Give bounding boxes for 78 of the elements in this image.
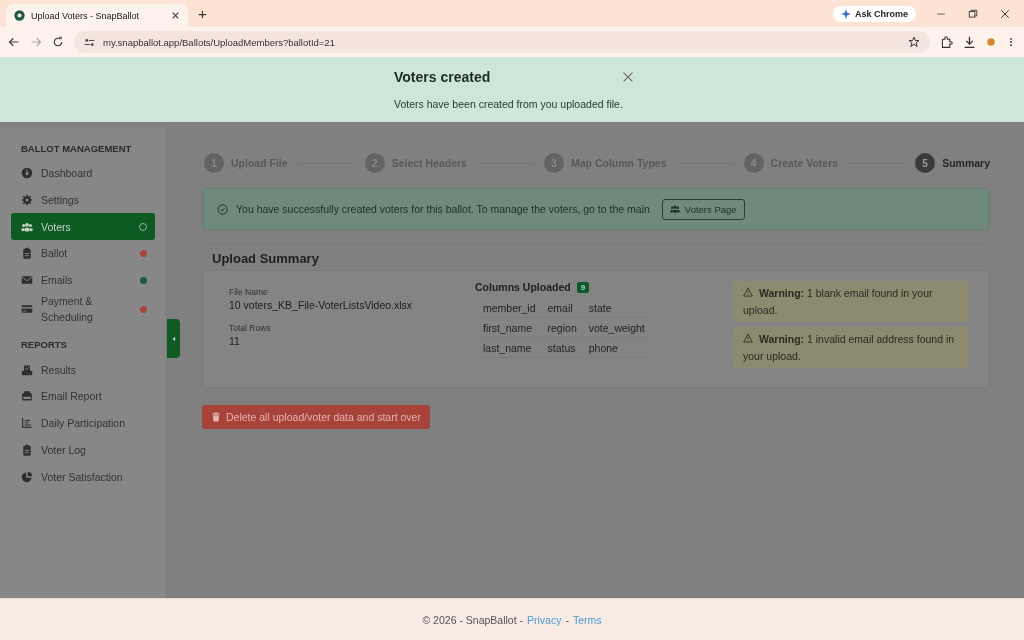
table-cell: region bbox=[541, 317, 583, 338]
section-heading: BALLOT MANAGEMENT bbox=[20, 142, 133, 156]
pie-chart-icon bbox=[21, 470, 33, 483]
tab-title: Upload Voters - SnapBallot bbox=[31, 10, 141, 21]
footer-link[interactable]: Terms bbox=[572, 613, 602, 626]
settings-icon bbox=[21, 194, 33, 207]
close-icon[interactable] bbox=[622, 71, 634, 83]
sidebar-item[interactable]: Email Report bbox=[11, 383, 155, 410]
delete-button[interactable]: Delete all upload/voter data and start over bbox=[202, 405, 430, 429]
site-settings-icon bbox=[84, 36, 95, 48]
close-icon[interactable] bbox=[1000, 8, 1010, 19]
site-icon bbox=[14, 10, 25, 21]
field-value: 11 bbox=[229, 335, 241, 347]
sidebar-item[interactable]: Ballot bbox=[11, 240, 155, 267]
star-icon[interactable] bbox=[908, 36, 920, 48]
address-bar[interactable]: my.snapballot.app/Ballots/UploadMembers?ballotId=21 bbox=[74, 31, 930, 53]
sidebar-item[interactable]: Daily Participation bbox=[11, 409, 155, 437]
back-icon[interactable] bbox=[8, 36, 20, 48]
footer-link[interactable]: Privacy bbox=[527, 613, 562, 626]
credit-card-icon bbox=[21, 303, 33, 316]
table-cell: status bbox=[541, 337, 583, 358]
table-cell: first_name bbox=[477, 317, 542, 338]
warning-icon bbox=[743, 333, 753, 343]
field-value: 10 voters_KB_File-VoterListsVideo.xlsx bbox=[229, 299, 414, 311]
table-cell: last_name bbox=[477, 337, 542, 358]
ballot-box-icon bbox=[21, 363, 33, 376]
sidebar-item[interactable]: Voter Log bbox=[11, 436, 155, 464]
sidebar-item[interactable]: Emails bbox=[11, 266, 155, 294]
toast-title: Voters created bbox=[394, 69, 491, 85]
restore-icon[interactable] bbox=[968, 8, 978, 19]
sidebar-item[interactable]: Dashboard bbox=[11, 160, 155, 187]
trash-icon bbox=[211, 412, 221, 422]
sidebar-item[interactable]: Voters bbox=[11, 213, 155, 241]
inbox-icon bbox=[21, 390, 33, 403]
url-text: my.snapballot.app/Ballots/UploadMembers?ballotId=21 bbox=[103, 36, 336, 48]
alert-text: You have successfully created voters for this ballot. To manage the voters, go to the main bbox=[236, 203, 650, 215]
voters-page-button[interactable]: Voters Page bbox=[661, 198, 745, 220]
people-icon bbox=[21, 220, 33, 233]
wizard-step[interactable]: 5 Summary bbox=[915, 153, 990, 173]
caret-icon bbox=[170, 335, 177, 342]
field-label: File Name bbox=[229, 287, 269, 297]
table-cell: member_id bbox=[477, 298, 542, 318]
table-cell: phone bbox=[582, 337, 651, 358]
warning-alert: Warning: 1 invalid email address found in your upload. bbox=[733, 327, 969, 368]
gauge-icon bbox=[21, 167, 33, 180]
sidebar-item[interactable]: Settings bbox=[11, 186, 155, 214]
count-badge: 9 bbox=[576, 281, 590, 293]
sidebar-item[interactable]: Results bbox=[11, 356, 155, 384]
reload-icon[interactable] bbox=[52, 36, 64, 48]
columns-title: Columns Uploaded bbox=[475, 281, 571, 293]
toast-message: Voters have been created from you uploaded file. bbox=[394, 98, 624, 110]
clipboard-icon bbox=[21, 247, 33, 260]
warning-alert: Warning: 1 blank email found in your upload. bbox=[733, 281, 969, 322]
step-number: 5 bbox=[915, 153, 936, 173]
profile-icon[interactable] bbox=[986, 37, 996, 47]
sparkle-icon bbox=[841, 8, 851, 19]
sidebar-item[interactable]: Payment & Scheduling bbox=[11, 293, 155, 326]
new-tab-button[interactable]: + bbox=[194, 5, 211, 22]
extensions-icon[interactable] bbox=[940, 35, 953, 49]
table-cell: email bbox=[541, 298, 583, 318]
bar-chart-icon bbox=[21, 417, 33, 430]
separator: - bbox=[565, 613, 569, 626]
section-heading: REPORTS bbox=[20, 338, 68, 353]
warning-icon bbox=[743, 287, 753, 297]
clipboard-icon bbox=[21, 443, 33, 456]
people-icon bbox=[669, 204, 680, 214]
copyright-text: © 2026 - SnapBallot - bbox=[422, 613, 523, 626]
ask-chrome-button[interactable]: Ask Chrome bbox=[833, 5, 916, 22]
table-cell: state bbox=[582, 298, 651, 318]
check-circle-icon bbox=[217, 203, 228, 215]
download-icon[interactable] bbox=[963, 35, 976, 49]
sidebar-item[interactable]: Voter Satisfaction bbox=[11, 463, 155, 490]
field-label: Total Rows bbox=[229, 323, 272, 333]
close-icon[interactable] bbox=[171, 11, 180, 20]
browser-tab[interactable]: Upload Voters - SnapBallot bbox=[6, 4, 188, 27]
envelope-icon bbox=[21, 274, 33, 287]
collapse-handle[interactable] bbox=[167, 319, 180, 358]
table-cell: vote_weight bbox=[582, 317, 651, 338]
